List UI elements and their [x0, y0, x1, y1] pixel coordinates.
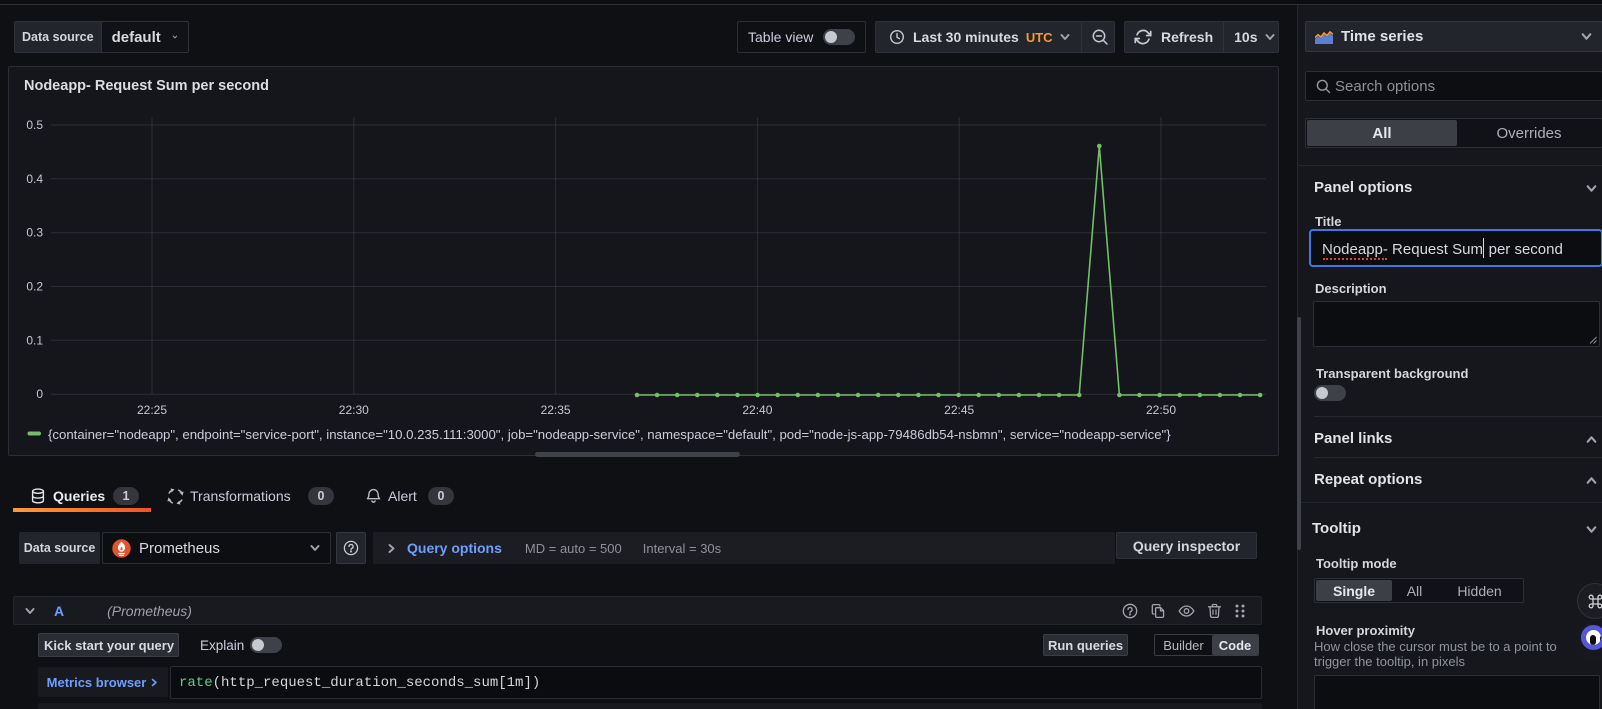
svg-text:22:45: 22:45	[944, 403, 974, 417]
svg-text:0.3: 0.3	[26, 226, 43, 240]
svg-text:0: 0	[36, 387, 43, 401]
svg-text:22:30: 22:30	[339, 403, 369, 417]
svg-text:22:40: 22:40	[742, 403, 772, 417]
svg-text:22:50: 22:50	[1146, 403, 1176, 417]
svg-text:0.1: 0.1	[26, 333, 43, 347]
svg-text:22:35: 22:35	[541, 403, 571, 417]
svg-text:0.2: 0.2	[26, 280, 43, 294]
svg-text:22:25: 22:25	[137, 403, 167, 417]
svg-text:0.5: 0.5	[26, 118, 43, 132]
svg-text:0.4: 0.4	[26, 172, 43, 186]
